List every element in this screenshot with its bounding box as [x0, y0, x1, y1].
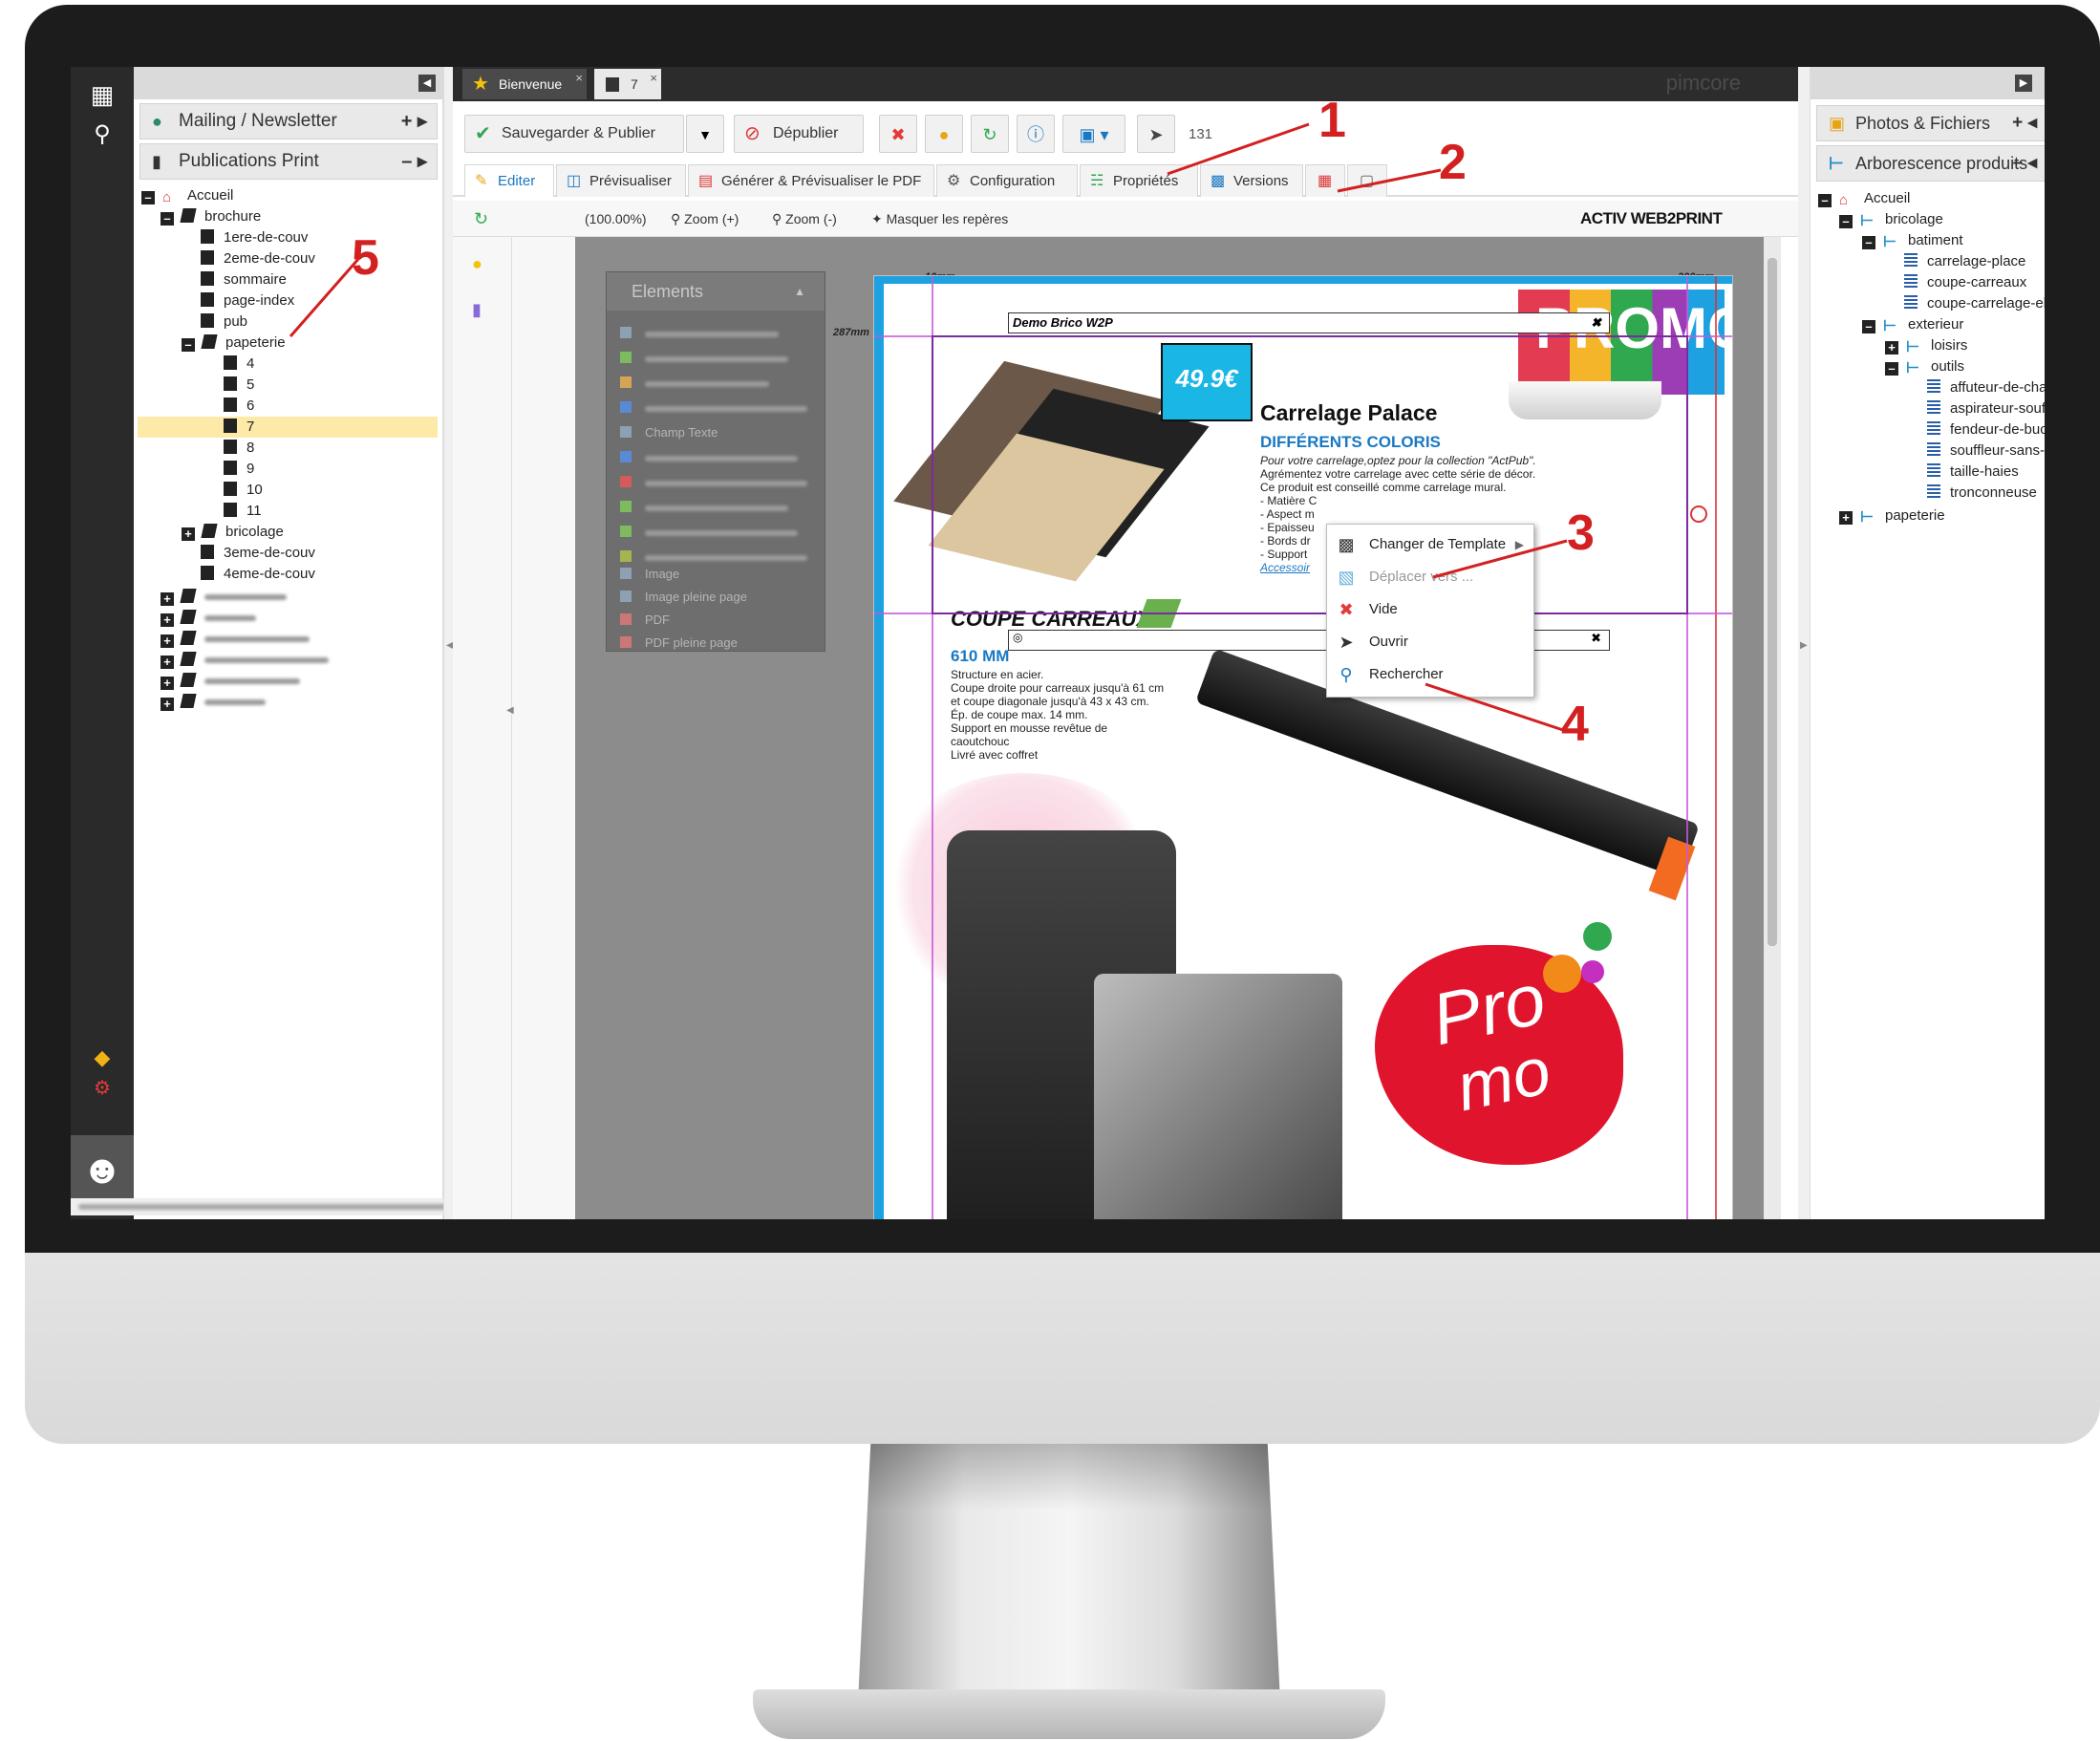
callout-line-4 — [1425, 682, 1564, 732]
screen: ▦ ⚲ ◆ ⚙ ☻ ◀ ● Mailing / Newsletter + ▸ ▮… — [71, 67, 2045, 1219]
monitor-stand-base — [753, 1689, 1385, 1739]
callout-4: 4 — [1561, 697, 1589, 752]
monitor-chin — [25, 1253, 2100, 1444]
callout-line-3 — [1432, 539, 1568, 579]
callout-line-2 — [1337, 168, 1442, 193]
callout-line-1 — [1167, 122, 1310, 176]
monitor-stand-shadow — [867, 1444, 1272, 1511]
callout-3: 3 — [1567, 505, 1595, 561]
callout-1: 1 — [1318, 93, 1346, 148]
callout-2: 2 — [1439, 135, 1467, 190]
callout-line-5 — [289, 257, 361, 337]
callout-5: 5 — [352, 230, 379, 286]
